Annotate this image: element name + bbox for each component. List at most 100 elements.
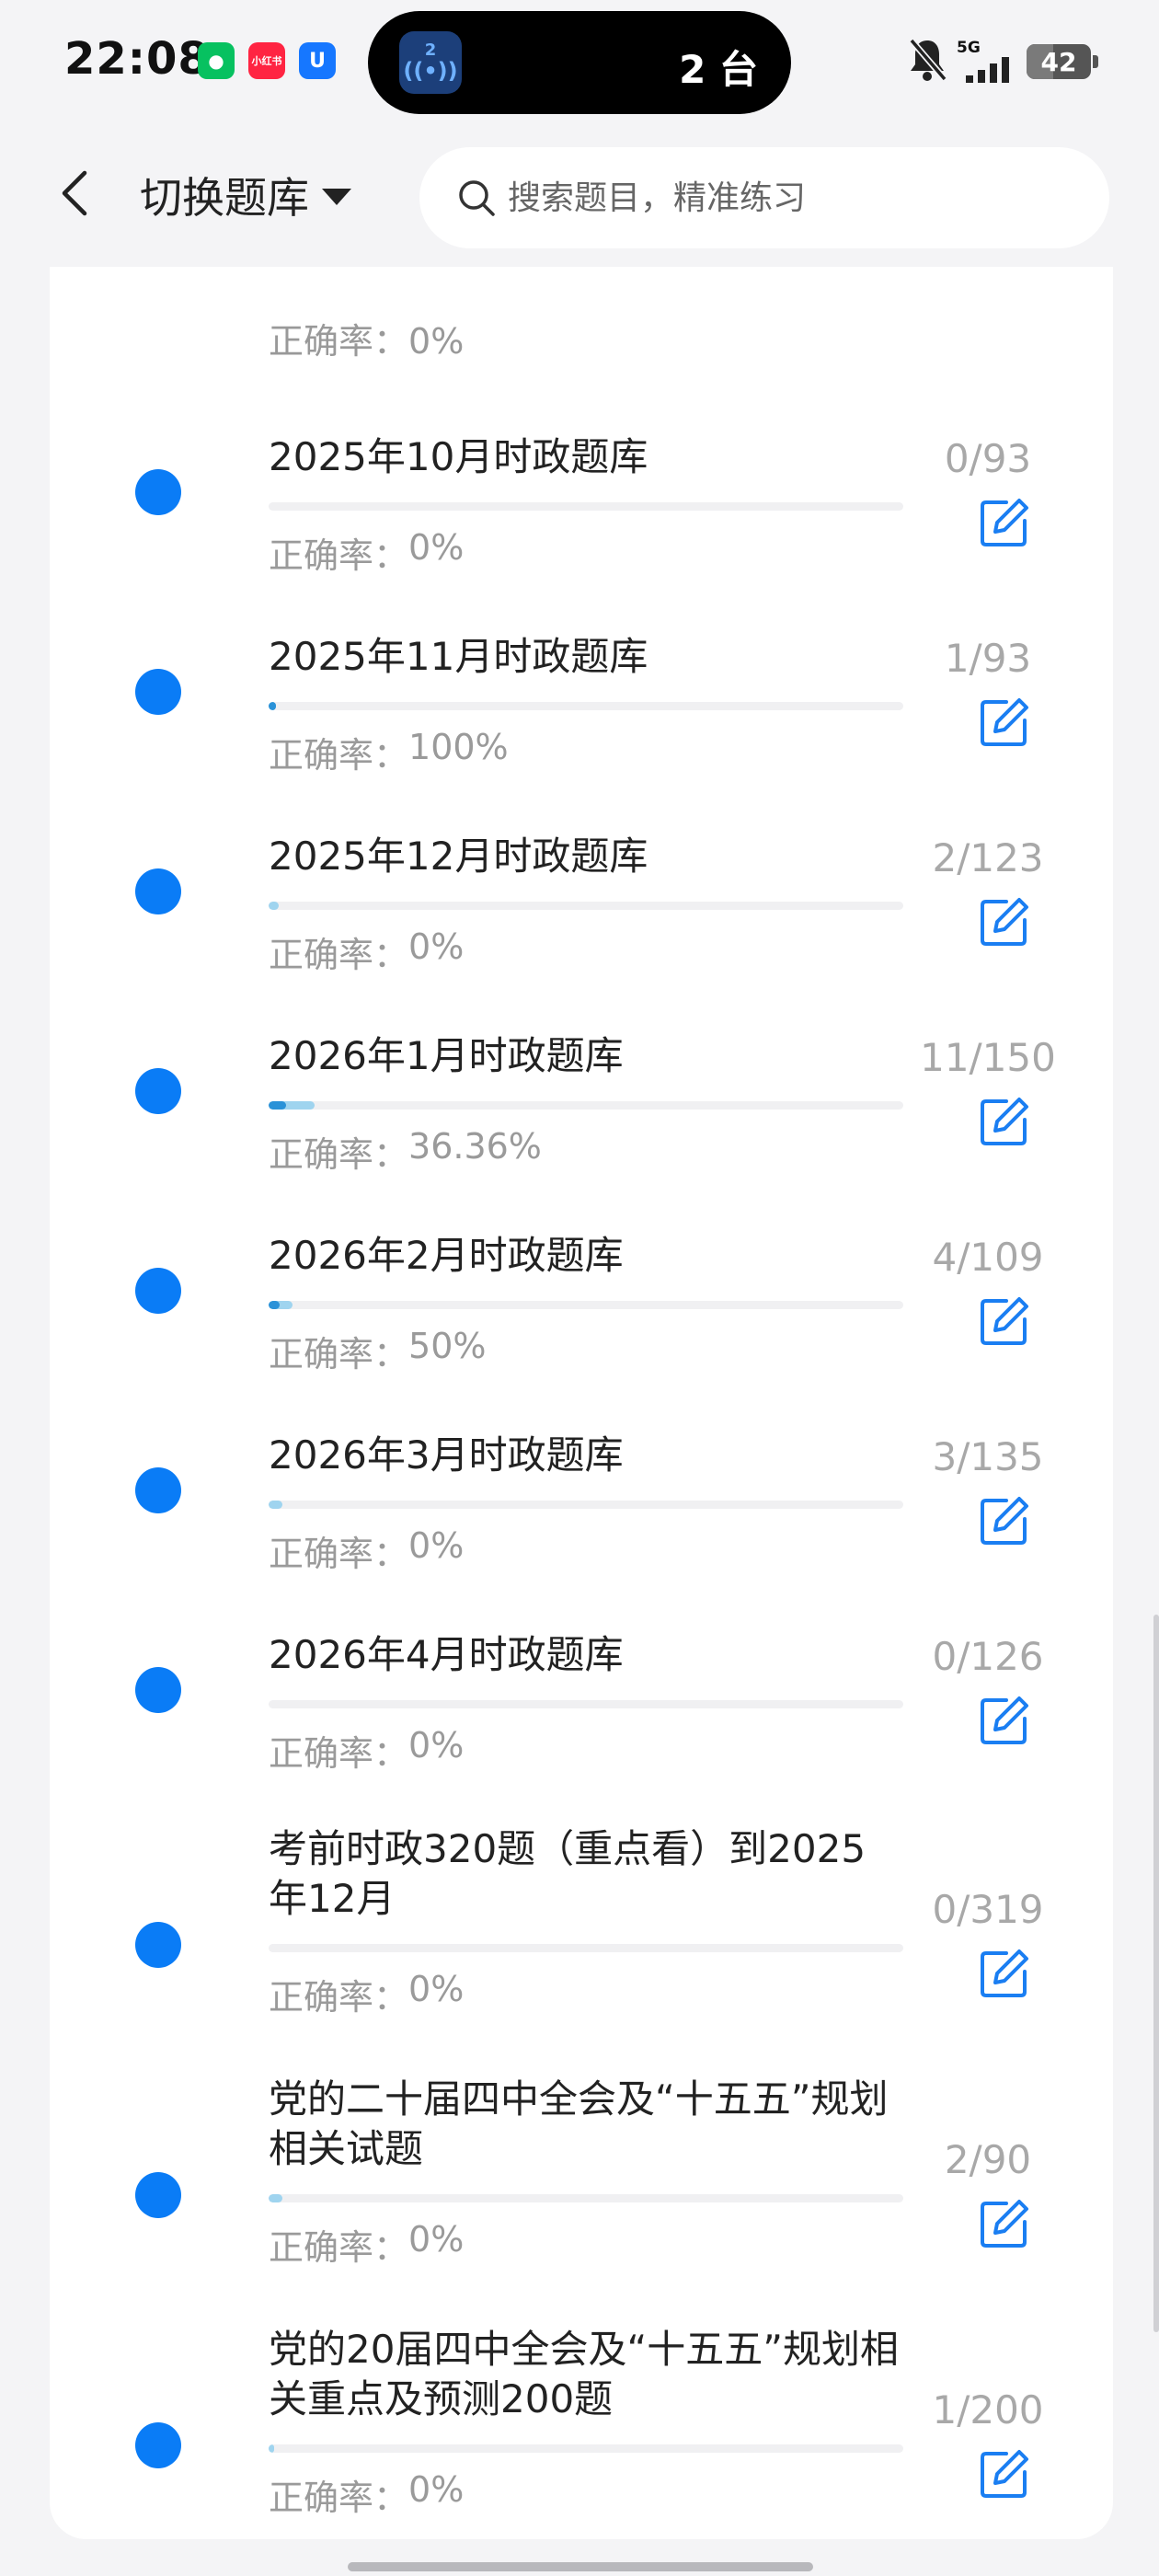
edit-icon[interactable] <box>979 1948 1030 1999</box>
bank-list-item[interactable]: 2026年1月时政题库正确率： 36.36% 11/150 <box>50 1004 1113 1203</box>
chevron-left-icon <box>62 170 87 216</box>
bank-title: 2026年4月时政题库 <box>269 1632 624 1677</box>
accuracy-value: 0% <box>408 527 465 568</box>
search-bar[interactable] <box>419 147 1109 248</box>
bell-muted-icon <box>909 38 947 82</box>
progress-count: 2/123 <box>932 835 1044 880</box>
progress-bar <box>269 2194 903 2202</box>
bank-list-item[interactable]: 2026年4月时政题库 正确率： 0% 0/126 <box>50 1603 1113 1802</box>
search-icon <box>459 180 495 216</box>
accuracy-value: 0% <box>408 926 465 967</box>
edit-icon[interactable] <box>979 2448 1030 2500</box>
progress-correct <box>269 702 276 710</box>
bank-title: 党的20届四中全会及“十五五”规划相关重点及预测200题 <box>269 2327 899 2421</box>
bank-info: 党的二十届四中全会及“十五五”规划相关试题 正确率： 0% <box>269 2075 903 2270</box>
progress-bar <box>269 2444 903 2453</box>
bank-title: 2025年11月时政题库 <box>269 634 648 679</box>
accuracy-value: 36.36% <box>408 1126 542 1167</box>
bank-info: 2025年10月时政题库正确率： 0% <box>269 432 903 578</box>
back-button[interactable] <box>46 166 101 221</box>
bank-list-item[interactable]: 2025年12月时政题库正确率： 0% 2/123 <box>50 804 1113 1004</box>
bank-info: 考前时政320题（重点看）到2025年12月 正确率： 0% <box>269 1824 903 2019</box>
bank-list-item[interactable]: 考前时政320题（重点看）到2025年12月 正确率： 0% 0/319 <box>50 1802 1113 2053</box>
bank-list-item[interactable]: 2025年11月时政题库 正确率： 100% 1/93 <box>50 604 1113 804</box>
accuracy-text: 正确率： 100% <box>269 727 903 777</box>
edit-icon[interactable] <box>979 1096 1030 1147</box>
battery-icon: 42 <box>1027 44 1098 79</box>
home-indicator[interactable] <box>348 2562 813 2571</box>
accuracy-text: 正确率： 0% <box>269 1725 903 1776</box>
battery-level: 42 <box>1040 46 1077 77</box>
edit-icon[interactable] <box>979 896 1030 948</box>
accuracy-text: 正确率： 0% <box>269 926 903 977</box>
edit-icon[interactable] <box>979 497 1030 548</box>
bank-title: 2026年3月时政题库 <box>269 1432 624 1478</box>
island-label: 2 台 <box>679 47 758 92</box>
accuracy-prefix: 正确率： <box>269 1534 409 1574</box>
bank-title: 2025年10月时政题库 <box>269 434 648 479</box>
accuracy-prefix: 正确率： <box>269 2478 409 2518</box>
status-dot <box>135 868 181 914</box>
scrollbar-thumb[interactable] <box>1153 1615 1159 2332</box>
bank-info: 2026年3月时政题库正确率： 0% <box>269 1431 903 1576</box>
partial-list-item[interactable]: 正确率：0% <box>269 313 968 396</box>
caret-down-icon <box>322 189 351 205</box>
bank-list-item[interactable]: 2026年3月时政题库正确率： 0% 3/135 <box>50 1403 1113 1603</box>
edit-icon[interactable] <box>979 1495 1030 1547</box>
nav-bar: 切换题库 <box>0 129 1159 267</box>
progress-count: 11/150 <box>920 1035 1056 1080</box>
edit-icon[interactable] <box>979 1695 1030 1746</box>
progress-count: 0/93 <box>944 436 1032 481</box>
edit-icon[interactable] <box>979 2198 1030 2249</box>
accuracy-prefix: 正确率： <box>269 1733 409 1774</box>
accuracy-prefix: 正确率： <box>269 535 409 576</box>
dynamic-island[interactable]: 2 ((•)) 2 台 <box>368 11 791 114</box>
status-dot <box>135 1922 181 1968</box>
bank-title: 党的二十届四中全会及“十五五”规划相关试题 <box>269 2076 889 2171</box>
accuracy-value: 50% <box>408 1326 487 1366</box>
bank-title: 2025年12月时政题库 <box>269 834 648 879</box>
progress-correct <box>269 1101 286 1110</box>
list-viewport[interactable]: 正确率：0% 2025年10月时政题库 正确率： 0% 0/93 2025年11月时政题… <box>50 267 1113 2539</box>
edit-icon[interactable] <box>979 696 1030 748</box>
accuracy-prefix: 正确率： <box>269 935 409 975</box>
accuracy-prefix: 正确率： <box>269 1334 409 1374</box>
wechat-icon: ● <box>198 42 235 79</box>
signal-icon <box>966 57 1009 83</box>
progress-count: 3/135 <box>932 1434 1044 1479</box>
accuracy-value: 0% <box>408 2469 465 2510</box>
bank-list-item[interactable]: 2025年10月时政题库正确率： 0% 0/93 <box>50 405 1113 604</box>
progress-answered <box>269 1501 283 1509</box>
bank-list-item[interactable]: 党的20届四中全会及“十五五”规划相关重点及预测200题 正确率： 0% 1/200 <box>50 2303 1113 2539</box>
progress-bar <box>269 1700 903 1708</box>
bank-title: 考前时政320题（重点看）到2025年12月 <box>269 1826 866 1921</box>
bank-title: 2026年2月时政题库 <box>269 1233 624 1278</box>
switch-bank-label: 切换题库 <box>140 173 309 223</box>
accuracy-value: 0% <box>408 321 465 362</box>
accuracy-prefix: 正确率： <box>269 1134 409 1175</box>
switch-bank-dropdown[interactable]: 切换题库 <box>140 167 351 223</box>
accuracy-value: 100% <box>408 727 509 767</box>
question-bank-list-card: 正确率：0% 2025年10月时政题库 正确率： 0% 0/93 2025年11月时政题… <box>50 221 1113 2539</box>
status-dot <box>135 669 181 715</box>
accuracy-text: 正确率： 0% <box>269 527 903 578</box>
xiaohongshu-icon: 小红书 <box>248 42 285 79</box>
progress-answered <box>269 2194 283 2202</box>
progress-answered <box>269 902 280 910</box>
progress-answered <box>269 2444 274 2453</box>
search-input[interactable] <box>508 178 1060 217</box>
status-dot <box>135 469 181 515</box>
progress-count: 2/90 <box>944 2137 1032 2182</box>
accuracy-text: 正确率： 0% <box>269 1525 903 1576</box>
bank-list-item[interactable]: 2026年2月时政题库正确率： 50% 4/109 <box>50 1203 1113 1403</box>
bank-list-item[interactable]: 党的二十届四中全会及“十五五”规划相关试题 正确率： 0% 2/90 <box>50 2053 1113 2303</box>
bank-info: 党的20届四中全会及“十五五”规划相关重点及预测200题正确率： 0% <box>269 2325 903 2520</box>
progress-bar <box>269 702 903 710</box>
progress-count: 0/319 <box>932 1887 1044 1932</box>
edit-icon[interactable] <box>979 1295 1030 1347</box>
status-time: 22:08 <box>64 33 210 85</box>
cast-signal-icon: 2 ((•)) <box>399 31 462 94</box>
progress-count: 4/109 <box>932 1235 1044 1280</box>
bank-title: 2026年1月时政题库 <box>269 1033 624 1078</box>
bank-info: 2026年4月时政题库正确率： 0% <box>269 1630 903 1776</box>
